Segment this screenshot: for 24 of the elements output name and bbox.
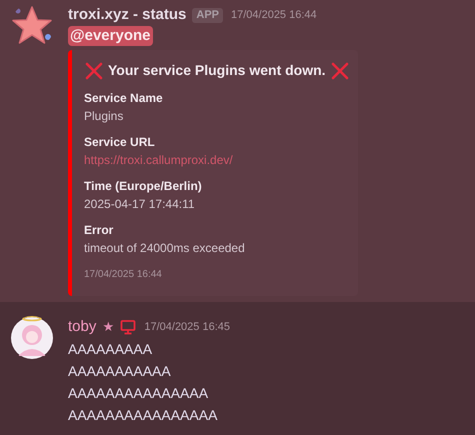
app-tag: APP bbox=[192, 8, 223, 22]
cross-icon bbox=[84, 60, 104, 80]
timestamp: 17/04/2025 16:45 bbox=[144, 320, 230, 335]
field-name: Service URL bbox=[84, 134, 156, 151]
author-name[interactable]: toby bbox=[68, 316, 96, 338]
embed-title: Your service Plugins went down. bbox=[108, 61, 326, 80]
avatar[interactable] bbox=[10, 316, 54, 360]
field-value: timeout of 24000ms exceeded bbox=[84, 240, 246, 257]
message-text: AAAAAAAAAAA bbox=[68, 362, 172, 381]
embed-footer: 17/04/2025 16:44 bbox=[84, 267, 346, 282]
field-name: Service Name bbox=[84, 90, 164, 107]
message-text: AAAAAAAAAAAAAAA bbox=[68, 384, 210, 403]
field-name: Error bbox=[84, 222, 114, 239]
monitor-icon bbox=[120, 319, 136, 335]
message-text: AAAAAAAAA bbox=[68, 340, 154, 359]
author-name[interactable]: troxi.xyz - status bbox=[68, 4, 186, 26]
star-mark: ★ bbox=[102, 318, 114, 336]
field-value: 2025-04-17 17:44:11 bbox=[84, 196, 196, 213]
timestamp: 17/04/2025 16:44 bbox=[231, 8, 317, 23]
message-text: AAAAAAAAAAAAAAAA bbox=[68, 406, 218, 425]
mention[interactable]: @everyone bbox=[68, 26, 153, 46]
field-name: Time (Europe/Berlin) bbox=[84, 178, 203, 195]
field-value: Plugins bbox=[84, 108, 124, 125]
cross-icon bbox=[330, 60, 350, 80]
